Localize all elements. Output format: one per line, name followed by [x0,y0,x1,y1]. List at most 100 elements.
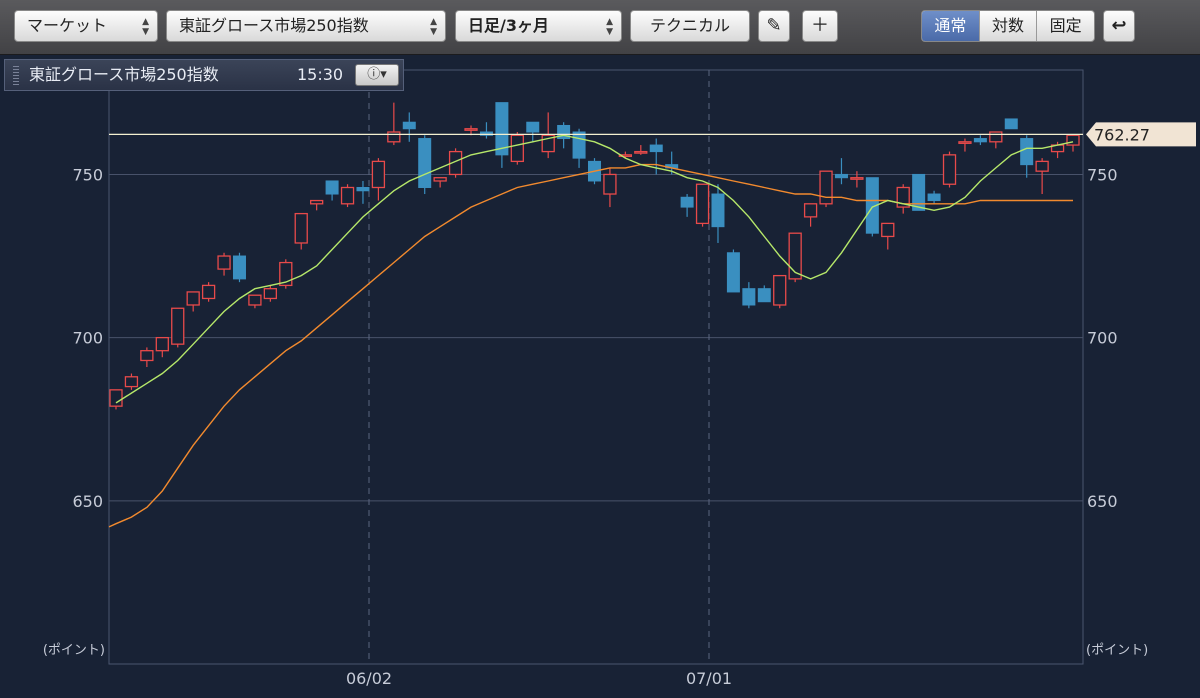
last-price-value: 762.27 [1094,125,1150,144]
candle-body [695,183,710,225]
y-tick-label-700: 700 [72,329,103,348]
candle [896,184,910,214]
candle-body [649,144,663,153]
candle [217,252,231,276]
candle [510,132,524,165]
chart-area: 東証グロース市場250指数 15:30 ⓘ▾ 650 700 750 (ポイント… [0,55,1200,698]
candle-body [201,284,216,300]
candles [109,102,1080,410]
candle-body [217,255,231,270]
last-price-tag: 762.27 [1086,122,1196,147]
candle [248,294,262,309]
candle-body [834,173,848,179]
candle-body [433,177,447,182]
updown-arrows-icon: ▲ ▼ [142,17,149,37]
candle-body [572,131,586,159]
info-time: 15:30 [297,65,344,84]
info-icon: ⓘ▾ [367,67,387,82]
y-tick-label-700-right: 700 [1087,329,1118,348]
scale-mode-toggle: 通常 対数 固定 [921,10,1095,42]
candle-body [1020,138,1034,166]
candle-body [1066,134,1080,146]
candle [958,138,972,152]
candle [263,285,278,302]
candle [757,285,771,303]
toolbar: マーケット ▲ ▼ 東証グロース市場250指数 ▲ ▼ 日足/3ヶ月 ▲ ▼ テクニカ… [0,0,1200,55]
info-menu-button[interactable]: ⓘ▾ [355,64,399,86]
candle [773,274,787,309]
index-select[interactable]: 東証グロース市場250指数 ▲ ▼ [166,10,446,42]
draw-pencil-button[interactable]: ✎ [758,10,790,42]
candle [186,291,200,312]
candle [371,158,386,201]
candle-body [387,131,401,143]
candle-body [819,170,833,205]
index-select-label: 東証グロース市場250指数 [179,16,369,35]
y-tick-label-650: 650 [72,492,103,511]
candle [541,112,555,159]
candle [201,282,216,302]
x-axis: 06/02 07/01 [346,669,732,688]
scale-log-button[interactable]: 対数 [978,11,1037,41]
candle [711,184,725,243]
y-tick-label-750-right: 750 [1087,165,1118,184]
scale-normal-button[interactable]: 通常 [922,11,979,41]
y-axis-unit-left: (ポイント) [43,643,105,658]
candle [1035,158,1049,195]
candle-body [850,177,864,180]
candle [526,121,540,142]
period-select-label: 日足/3ヶ月 [468,16,549,35]
plus-icon: ＋ [811,15,829,36]
candle-body [140,350,154,362]
candle-body [803,203,818,218]
candle [418,135,432,195]
candle-body [973,138,987,143]
candle-body [124,376,139,388]
candle-body [881,222,895,238]
candle-body [325,180,339,195]
candle [294,212,308,250]
candle [850,171,864,188]
reset-button[interactable]: ↩ [1103,10,1135,42]
candle-body [510,134,524,163]
add-button[interactable]: ＋ [802,10,838,42]
x-tick-label-0602: 06/02 [346,669,392,688]
candle-body [263,288,278,300]
updown-arrows-icon: ▲ ▼ [430,17,437,37]
drag-grip-icon[interactable] [13,66,19,86]
market-select[interactable]: マーケット ▲ ▼ [14,10,158,42]
candle-body [340,186,355,205]
y-axis-right: 650 700 750 (ポイント) [1086,165,1148,658]
candle-body [155,336,169,352]
candle-body [680,196,694,208]
technical-button[interactable]: テクニカル [630,10,750,42]
candle-body [742,288,756,306]
candle-body [402,121,416,130]
plot-border [108,69,1084,665]
candle [942,151,957,188]
candle [695,183,710,227]
chart-info-bar: 東証グロース市場250指数 15:30 ⓘ▾ [4,59,404,91]
candle [310,199,324,211]
candle [742,282,756,309]
candle-body [912,173,926,211]
candle [726,249,740,293]
candle [171,307,185,348]
candle [433,177,447,188]
candle [495,102,509,168]
period-select[interactable]: 日足/3ヶ月 ▲ ▼ [455,10,622,42]
candle-body [1004,118,1018,130]
candle [356,180,370,204]
candle-body [248,294,262,306]
candle-body [958,141,972,144]
candle [402,112,416,142]
candle [387,102,401,146]
candle-body [109,389,123,407]
scale-fixed-button[interactable]: 固定 [1036,11,1094,41]
candle [912,173,926,211]
long-moving-average-line [108,163,1073,528]
y-tick-label-750: 750 [72,165,103,184]
candle [1020,135,1034,178]
candle [124,373,139,390]
candle [479,122,493,139]
